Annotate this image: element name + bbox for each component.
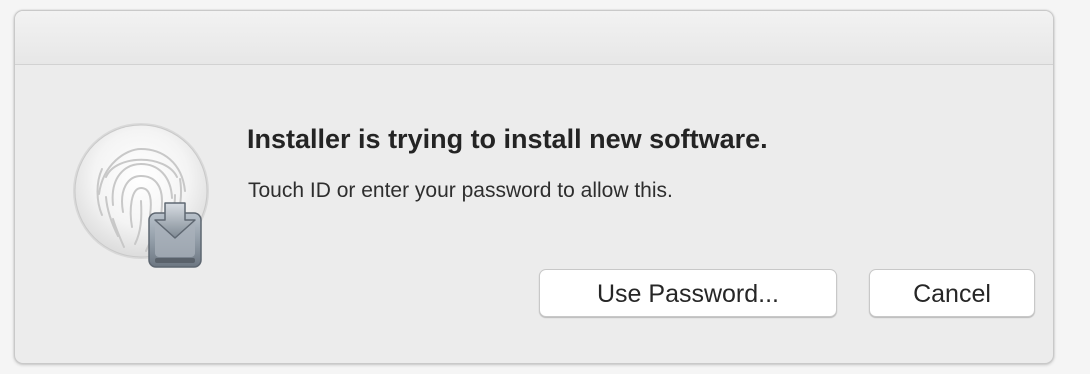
dialog-message: Touch ID or enter your password to allow…	[248, 179, 673, 202]
dialog-title: Installer is trying to install new softw…	[247, 124, 768, 154]
touch-id-fingerprint-icon	[73, 123, 209, 268]
authorization-dialog: Installer is trying to install new softw…	[14, 10, 1054, 364]
installer-download-disk-icon	[148, 202, 202, 268]
touch-id-icon-area	[71, 119, 221, 269]
cancel-button[interactable]: Cancel	[869, 269, 1035, 317]
screen-background: Installer is trying to install new softw…	[0, 0, 1090, 374]
dialog-titlebar	[15, 11, 1053, 65]
use-password-button[interactable]: Use Password...	[539, 269, 837, 317]
